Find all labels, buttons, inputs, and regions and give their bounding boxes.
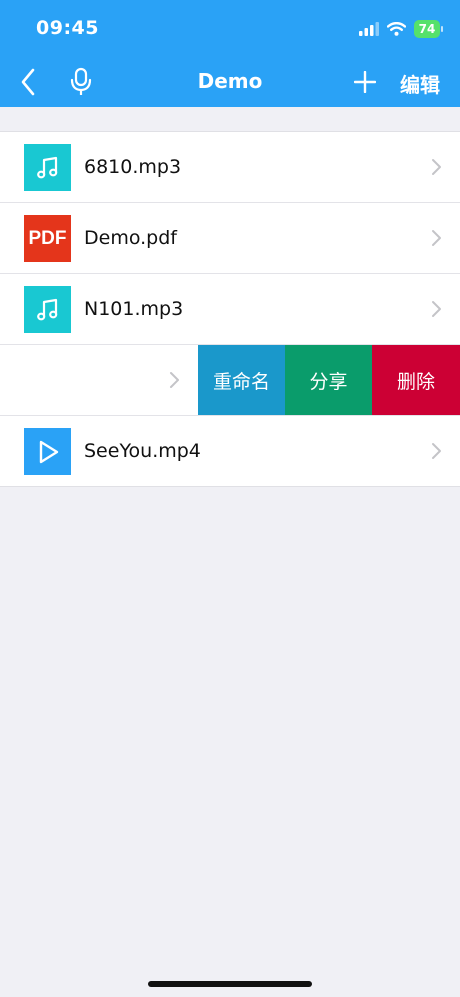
video-icon — [24, 428, 71, 475]
battery-icon: 74 — [414, 20, 443, 38]
file-name: N101.mp3 — [84, 298, 184, 320]
battery-level: 74 — [418, 22, 436, 36]
wifi-icon — [387, 22, 406, 36]
swipe-actions: 重命名 分享 删除 — [198, 345, 460, 415]
list-item[interactable]: SeeYou.mp4 — [0, 416, 460, 486]
chevron-right-icon — [170, 372, 179, 388]
chevron-right-icon — [432, 159, 441, 175]
page-title: Demo — [197, 69, 263, 93]
rename-button[interactable]: 重命名 — [198, 345, 285, 415]
chevron-right-icon — [432, 230, 441, 246]
share-button[interactable]: 分享 — [285, 345, 372, 415]
pdf-icon: PDF — [24, 215, 71, 262]
swiped-list-item[interactable]: 重命名 分享 删除 — [0, 345, 460, 416]
home-indicator[interactable] — [148, 981, 312, 987]
status-time: 09:45 — [36, 17, 99, 39]
music-icon — [24, 286, 71, 333]
edit-button[interactable]: 编辑 — [400, 69, 440, 98]
plus-icon — [354, 71, 376, 93]
chevron-right-icon — [432, 443, 441, 459]
nav-header: 09:45 74 Demo 编辑 — [0, 0, 460, 107]
file-name: SeeYou.mp4 — [84, 440, 201, 462]
cellular-signal-icon — [359, 22, 379, 36]
add-button[interactable] — [350, 66, 380, 98]
file-list: 6810.mp3 PDF Demo.pdf N101.mp3 重命名 分享 删除… — [0, 131, 460, 487]
chevron-right-icon — [432, 301, 441, 317]
list-item[interactable]: N101.mp3 — [0, 274, 460, 345]
delete-button[interactable]: 删除 — [372, 345, 460, 415]
pdf-icon-label: PDF — [28, 227, 67, 249]
list-item[interactable]: 6810.mp3 — [0, 132, 460, 203]
file-name: 6810.mp3 — [84, 156, 182, 178]
music-icon — [24, 144, 71, 191]
status-icons: 74 — [359, 18, 443, 40]
file-name: Demo.pdf — [84, 227, 177, 249]
list-item[interactable]: PDF Demo.pdf — [0, 203, 460, 274]
